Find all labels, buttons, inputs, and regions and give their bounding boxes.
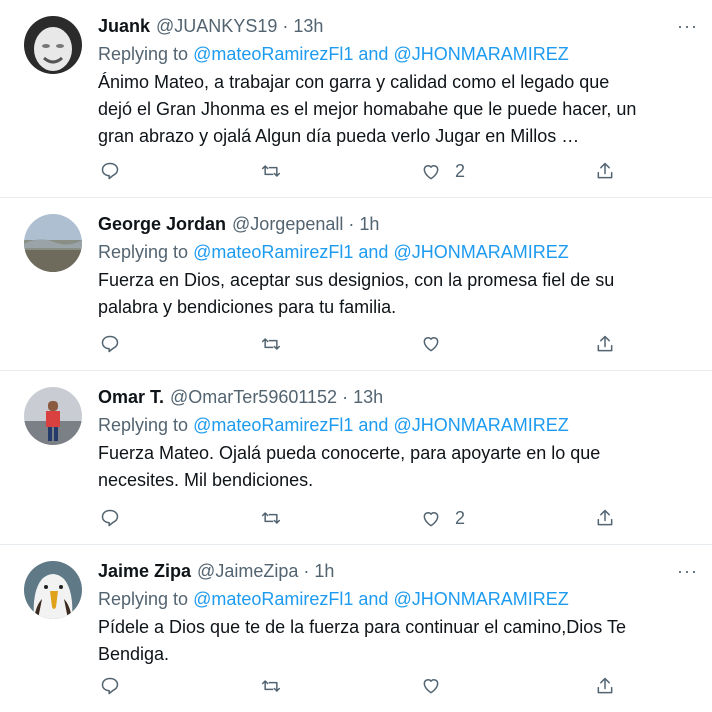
user-handle[interactable]: @OmarTer59601152 [170,385,337,409]
separator-dot: · [282,16,289,36]
mention-and: and [358,415,389,435]
retweet-button[interactable] [261,508,281,528]
retweet-button[interactable] [261,334,281,354]
retweet-icon [261,165,281,177]
more-options-icon[interactable]: ··· [677,14,698,38]
tweet-text-line: Pídele a Dios que te de la fuerza para c… [98,617,626,637]
reply-icon [101,335,119,353]
display-name[interactable]: Jaime Zipa [98,559,191,583]
display-name[interactable]: George Jordan [98,212,226,236]
reply-icon [101,677,119,695]
heart-icon [423,679,439,694]
retweet-button[interactable] [261,161,281,181]
avatar[interactable] [24,16,82,74]
mention-and: and [358,44,389,64]
tweet-text-line: Fuerza Mateo. Ojalá pueda conocerte, par… [98,443,601,463]
mention-link[interactable]: @JHONMARAMIREZ [393,415,568,435]
mention-and: and [358,242,389,262]
share-icon [597,677,613,694]
reply-button[interactable] [100,676,120,696]
reply-button[interactable] [100,508,120,528]
retweet-button[interactable] [261,676,281,696]
mention-link[interactable]: @mateoRamirezFl1 [193,44,353,64]
tweet-text: Pídele a Dios que te de la fuerza para c… [98,614,696,668]
separator-dot: · [342,387,349,407]
heart-icon [423,511,439,526]
display-name[interactable]: Omar T. [98,385,164,409]
timestamp[interactable]: 1h [359,212,379,236]
tweet-text-line: dejó el Gran Jhonma es el mejor homabahe… [98,99,637,119]
like-button[interactable] [421,676,441,696]
like-button[interactable]: 2 [421,508,465,529]
tweet[interactable]: Jaime Zipa @JaimeZipa · 1h ··· Replying … [0,545,712,712]
timestamp[interactable]: 13h [353,385,383,409]
retweet-icon [261,338,281,350]
reply-button[interactable] [100,161,120,181]
avatar[interactable] [24,561,82,619]
avatar[interactable] [24,214,82,272]
separator-dot: · [348,214,355,234]
mention-link[interactable]: @mateoRamirezFl1 [193,415,353,435]
share-button[interactable] [595,508,615,528]
user-handle[interactable]: @Jorgepenall [232,212,343,236]
user-handle[interactable]: @JaimeZipa [197,559,298,583]
reply-icon [101,162,119,180]
reply-button[interactable] [100,334,120,354]
replying-prefix: Replying to [98,242,189,262]
tweet-text-line: Fuerza en Dios, aceptar sus designios, c… [98,270,615,290]
like-button[interactable]: 2 [421,161,465,182]
reply-icon [101,509,119,527]
tweet-text: Fuerza Mateo. Ojalá pueda conocerte, par… [98,440,696,494]
tweet[interactable]: George Jordan @Jorgepenall · 1h Replying… [0,198,712,371]
action-bar [98,676,712,704]
like-count: 2 [455,161,466,181]
replying-to: Replying to @mateoRamirezFl1 and @JHONMA… [98,586,696,612]
user-handle[interactable]: @JUANKYS19 [156,14,277,38]
mention-link[interactable]: @mateoRamirezFl1 [193,242,353,262]
tweet[interactable]: Juank @JUANKYS19 · 13h ··· Replying to @… [0,0,712,198]
like-button[interactable] [421,334,441,354]
replying-prefix: Replying to [98,44,189,64]
action-bar: 2 [98,161,712,189]
share-button[interactable] [595,676,615,696]
replying-to: Replying to @mateoRamirezFl1 and @JHONMA… [98,239,696,265]
share-icon [597,335,613,352]
mention-link[interactable]: @JHONMARAMIREZ [393,589,568,609]
replying-prefix: Replying to [98,415,189,435]
tweet-text-line: necesites. Mil bendiciones. [98,470,314,490]
share-button[interactable] [595,334,615,354]
share-icon [597,509,613,526]
action-bar [98,334,712,362]
separator-dot: · [303,561,310,581]
tweet-text-line: Bendiga. [98,644,170,664]
share-button[interactable] [595,161,615,181]
timestamp[interactable]: 13h [293,14,323,38]
avatar[interactable] [24,387,82,445]
mention-link[interactable]: @JHONMARAMIREZ [393,44,568,64]
replying-to: Replying to @mateoRamirezFl1 and @JHONMA… [98,412,696,438]
retweet-icon [261,512,281,524]
more-options-icon[interactable]: ··· [677,559,698,583]
tweet-text: Ánimo Mateo, a trabajar con garra y cali… [98,69,696,150]
tweet-text-line: Ánimo Mateo, a trabajar con garra y cali… [98,72,610,92]
share-icon [597,162,613,179]
tweet-text-line: gran abrazo y ojalá Algun día pueda verl… [98,126,580,146]
action-bar: 2 [98,508,712,536]
tweet[interactable]: Omar T. @OmarTer59601152 · 13h Replying … [0,371,712,545]
heart-icon [423,337,439,352]
heart-icon [423,164,439,179]
mention-link[interactable]: @JHONMARAMIREZ [393,242,568,262]
replying-to: Replying to @mateoRamirezFl1 and @JHONMA… [98,41,696,67]
display-name[interactable]: Juank [98,14,150,38]
retweet-icon [261,680,281,692]
like-count: 2 [455,508,466,528]
replying-prefix: Replying to [98,589,189,609]
tweet-text: Fuerza en Dios, aceptar sus designios, c… [98,267,696,321]
timestamp[interactable]: 1h [314,559,334,583]
tweet-text-line: palabra y bendiciones para tu familia. [98,297,397,317]
mention-link[interactable]: @mateoRamirezFl1 [193,589,353,609]
mention-and: and [358,589,389,609]
